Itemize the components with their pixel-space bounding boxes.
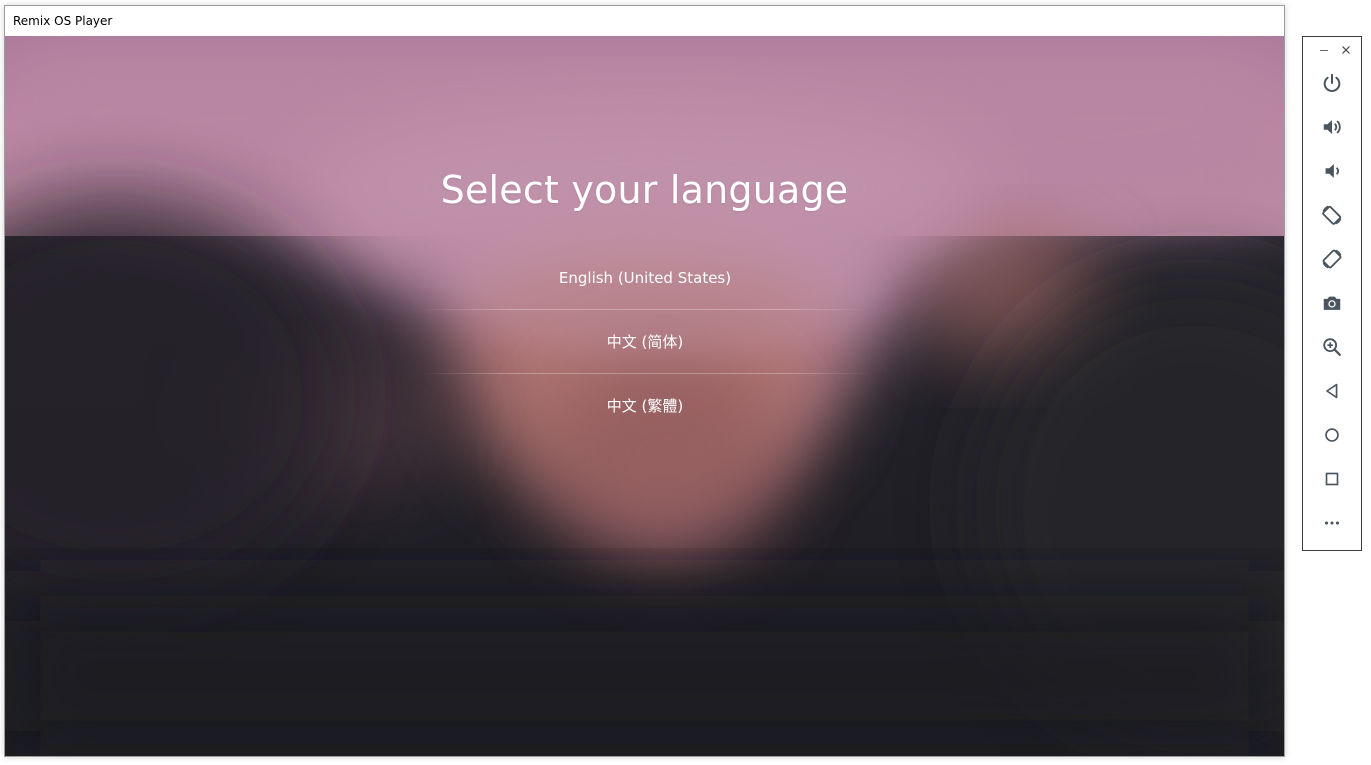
screenshot-button[interactable] bbox=[1303, 281, 1361, 325]
rotate-right-icon bbox=[1322, 249, 1342, 269]
camera-icon bbox=[1323, 296, 1341, 310]
zoom-in-icon bbox=[1323, 338, 1341, 356]
power-icon bbox=[1323, 73, 1341, 92]
rotate-right-button[interactable] bbox=[1303, 237, 1361, 281]
volume-down-button[interactable] bbox=[1303, 149, 1361, 193]
back-icon bbox=[1326, 383, 1338, 399]
language-option-english[interactable]: English (United States) bbox=[419, 246, 871, 309]
title-bar[interactable]: Remix OS Player bbox=[5, 6, 1284, 36]
power-button[interactable] bbox=[1303, 61, 1361, 105]
toolbar-buttons bbox=[1303, 61, 1361, 545]
recents-button[interactable] bbox=[1303, 457, 1361, 501]
home-icon bbox=[1325, 428, 1339, 442]
window-title: Remix OS Player bbox=[13, 14, 113, 28]
page-title: Select your language bbox=[440, 168, 849, 212]
recents-icon bbox=[1325, 472, 1339, 486]
rotate-left-icon bbox=[1322, 205, 1342, 225]
more-icon bbox=[1324, 521, 1340, 525]
language-label: 中文 (繁體) bbox=[606, 397, 684, 415]
rotate-left-button[interactable] bbox=[1303, 193, 1361, 237]
android-screen[interactable]: Select your language English (United Sta… bbox=[5, 36, 1284, 756]
language-option-chinese-simplified[interactable]: 中文 (简体) bbox=[419, 310, 871, 373]
minimize-icon[interactable] bbox=[1318, 44, 1330, 56]
emulator-window: Remix OS Player Select your language Eng… bbox=[4, 5, 1285, 757]
language-list: English (United States) 中文 (简体) 中文 (繁體) bbox=[419, 246, 871, 437]
volume-down-icon bbox=[1325, 164, 1339, 178]
language-option-chinese-traditional[interactable]: 中文 (繁體) bbox=[419, 374, 871, 437]
zoom-in-button[interactable] bbox=[1303, 325, 1361, 369]
toolbar-window-controls bbox=[1318, 42, 1352, 58]
language-label: 中文 (简体) bbox=[606, 333, 684, 351]
side-toolbar bbox=[1302, 36, 1362, 551]
volume-up-button[interactable] bbox=[1303, 105, 1361, 149]
close-icon[interactable] bbox=[1340, 44, 1352, 56]
back-button[interactable] bbox=[1303, 369, 1361, 413]
more-button[interactable] bbox=[1303, 501, 1361, 545]
language-label: English (United States) bbox=[558, 268, 732, 287]
volume-up-icon bbox=[1323, 120, 1341, 134]
home-button[interactable] bbox=[1303, 413, 1361, 457]
